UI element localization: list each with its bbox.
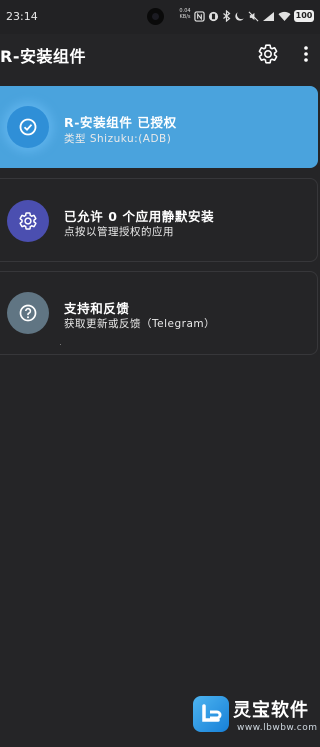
support-subtitle: 获取更新或反馈（Telegram）	[64, 318, 216, 330]
bluetooth-icon	[223, 10, 231, 22]
watermark: 灵宝软件 www.lbwbw.com	[193, 694, 317, 744]
support-feedback-card[interactable]: 支持和反馈 获取更新或反馈（Telegram）	[0, 271, 318, 355]
speck	[60, 344, 61, 345]
allowed-apps-title: 已允许 0 个应用静默安装	[64, 209, 215, 224]
status-bar: 23:14 0.04 KB/s 100	[0, 0, 320, 34]
settings-button[interactable]	[257, 43, 279, 65]
app-title: R-安装组件	[0, 47, 86, 66]
watermark-url: www.lbwbw.com	[237, 723, 318, 733]
signal-icon	[263, 11, 274, 21]
watermark-logo-icon	[193, 696, 229, 732]
battery-icon: 100	[294, 10, 314, 22]
front-camera	[147, 8, 164, 25]
help-circle-icon	[19, 304, 37, 322]
status-subtitle: 类型 Shizuku:(ADB)	[64, 133, 172, 145]
support-title: 支持和反馈	[64, 301, 130, 316]
app-bar: R-安装组件	[0, 34, 320, 74]
status-time: 23:14	[6, 10, 38, 23]
network-speed: 0.04 KB/s	[179, 8, 191, 20]
status-icon-badge	[7, 106, 49, 148]
moon-icon	[235, 11, 244, 21]
gear-icon	[19, 212, 37, 230]
apps-icon-badge	[7, 200, 49, 242]
status-icons: 100	[194, 9, 314, 23]
wifi-icon	[278, 11, 291, 21]
vibrate-icon	[208, 11, 219, 21]
allowed-apps-card[interactable]: 已允许 0 个应用静默安装 点按以管理授权的应用	[0, 178, 318, 262]
status-title: R-安装组件 已授权	[64, 115, 177, 130]
support-icon-badge	[7, 292, 49, 334]
watermark-name: 灵宝软件	[233, 700, 309, 721]
more-vert-icon	[304, 46, 308, 62]
mute-icon	[248, 11, 259, 21]
allowed-apps-subtitle: 点按以管理授权的应用	[64, 226, 174, 238]
check-circle-icon	[19, 118, 37, 136]
more-options-button[interactable]	[296, 44, 316, 64]
authorization-status-card[interactable]: R-安装组件 已授权 类型 Shizuku:(ADB)	[0, 86, 318, 168]
nfc-icon	[194, 10, 205, 22]
gear-icon	[258, 44, 278, 64]
